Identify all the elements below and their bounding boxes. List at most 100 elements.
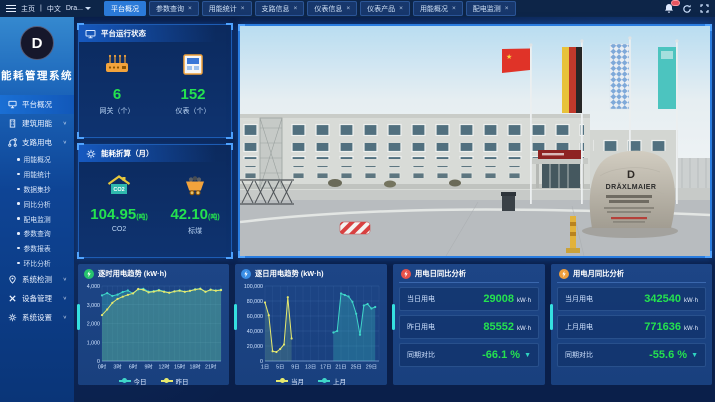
topbar-icons bbox=[664, 3, 709, 14]
sidebar-subitem-参数报表[interactable]: 参数报表 bbox=[0, 241, 74, 256]
user-dropdown[interactable]: Dra... bbox=[66, 5, 91, 12]
sidebar-subitem-参数查询[interactable]: 参数查询 bbox=[0, 226, 74, 241]
flag-china: ★ bbox=[502, 49, 530, 74]
tab-参数查询[interactable]: 参数查询 × bbox=[149, 1, 199, 16]
corner-accent bbox=[226, 132, 233, 139]
legend-item-今日[interactable]: 今日 bbox=[119, 376, 147, 386]
legend-item-上月[interactable]: 上月 bbox=[318, 376, 346, 386]
tab-用能概况[interactable]: 用能概况× bbox=[413, 1, 463, 16]
stat-value: 104.95(吨) bbox=[90, 206, 148, 223]
user-name: Dra... bbox=[66, 5, 83, 12]
legend-marker bbox=[276, 380, 288, 382]
daily-trend-panel: 逐日用电趋势 (kW·h) 020,00040,00060,00080,0001… bbox=[235, 264, 387, 385]
corner-accent bbox=[705, 251, 712, 258]
svg-text:21时: 21时 bbox=[205, 363, 217, 371]
svg-text:4,000: 4,000 bbox=[87, 284, 100, 290]
tab-平台概况[interactable]: 平台概况 bbox=[104, 1, 146, 16]
bullet-icon bbox=[17, 262, 20, 265]
trash-bin bbox=[502, 194, 515, 211]
svg-text:D: D bbox=[627, 169, 635, 181]
draexlmaier-logo: D bbox=[20, 26, 54, 60]
home-link[interactable]: 主页 bbox=[21, 4, 35, 14]
sidebar-subitem-环比分析[interactable]: 环比分析 bbox=[0, 255, 74, 270]
tab-label: 仪表信息 bbox=[314, 4, 342, 14]
energy-conversion-panel: 能耗折算（月） CO2104.95(吨)CO242.10(吨)标煤 bbox=[78, 144, 232, 258]
bell-icon[interactable] bbox=[664, 3, 674, 14]
svg-text:6时: 6时 bbox=[129, 363, 138, 371]
hamburger-menu-icon[interactable] bbox=[6, 5, 16, 12]
tab-label: 参数查询 bbox=[156, 4, 184, 14]
close-icon[interactable]: × bbox=[241, 5, 245, 12]
topbar: 主页 | 中文 Dra... 平台概况参数查询×用能统计×支路信息×仪表信息×仪… bbox=[0, 0, 715, 17]
svg-text:9日: 9日 bbox=[291, 364, 299, 371]
chevron-down-icon: ∨ bbox=[63, 315, 67, 321]
chevron-down-icon bbox=[85, 7, 91, 10]
tab-用能统计[interactable]: 用能统计× bbox=[202, 1, 252, 16]
language-link[interactable]: 中文 bbox=[47, 4, 61, 14]
stat-value: 6 bbox=[100, 86, 135, 103]
close-icon[interactable]: × bbox=[188, 5, 192, 12]
trend-down-icon: ▼ bbox=[524, 352, 531, 359]
legend-marker bbox=[119, 380, 131, 382]
coal-cart-icon bbox=[170, 173, 219, 202]
legend-item-当月[interactable]: 当月 bbox=[276, 376, 304, 386]
refresh-icon[interactable] bbox=[682, 4, 692, 14]
sidebar-item-支路用电[interactable]: 支路用电∨ bbox=[0, 133, 74, 152]
tab-label: 平台概况 bbox=[111, 4, 139, 14]
svg-text:0时: 0时 bbox=[98, 363, 107, 371]
sidebar-item-建筑用能[interactable]: 建筑用能∨ bbox=[0, 114, 74, 133]
trend-down-icon: ▼ bbox=[691, 352, 698, 359]
main-content: 平台运行状态 6网关（个）152仪表（个） 能耗折算（月） CO2104.95(… bbox=[74, 17, 715, 402]
sidebar-subitem-用能概况[interactable]: 用能概况 bbox=[0, 152, 74, 167]
row-value: -66.1 %▼ bbox=[482, 349, 531, 361]
panel-title: 能耗折算（月） bbox=[101, 148, 154, 159]
chart-title: 逐时用电趋势 (kW·h) bbox=[98, 269, 167, 279]
corner-accent bbox=[77, 252, 84, 259]
tab-label: 支路信息 bbox=[262, 4, 290, 14]
tab-仪表产品[interactable]: 仪表产品× bbox=[360, 1, 410, 16]
sidebar-subitem-数据集抄[interactable]: 数据集抄 bbox=[0, 182, 74, 197]
branch-icon bbox=[7, 138, 17, 147]
close-icon[interactable]: × bbox=[399, 5, 403, 12]
row-unit: kW·h bbox=[517, 298, 531, 304]
stat-label: 仪表（个） bbox=[176, 106, 211, 116]
close-icon[interactable]: × bbox=[452, 5, 456, 12]
row-label: 同期对比 bbox=[565, 350, 593, 360]
lightning-icon bbox=[401, 269, 411, 279]
compare-row-当月用电: 当月用电342540kW·h bbox=[557, 287, 706, 311]
sidebar-subitem-配电监测[interactable]: 配电监测 bbox=[0, 211, 74, 226]
sidebar: D 能耗管理系统 平台概况建筑用能∨支路用电∨用能概况用能统计数据集抄同比分析配… bbox=[0, 17, 74, 402]
svg-text:29日: 29日 bbox=[366, 364, 377, 371]
compare-row-上月用电: 上月用电771636kW·h bbox=[557, 315, 706, 339]
sidebar-item-系统设置[interactable]: 系统设置∨ bbox=[0, 308, 74, 327]
factory-photo-panel: ★ bbox=[238, 24, 712, 258]
corner-accent bbox=[77, 132, 84, 139]
close-icon[interactable]: × bbox=[505, 5, 509, 12]
tab-配电监测[interactable]: 配电监测× bbox=[466, 1, 516, 16]
sidebar-subitem-用能统计[interactable]: 用能统计 bbox=[0, 167, 74, 182]
bullet-icon bbox=[17, 232, 20, 235]
striped-barrier bbox=[340, 222, 370, 234]
sidebar-subitem-同比分析[interactable]: 同比分析 bbox=[0, 196, 74, 211]
sidebar-item-系统检测[interactable]: 系统检测∨ bbox=[0, 270, 74, 289]
wrench-icon bbox=[7, 294, 17, 303]
lightning-icon bbox=[559, 269, 569, 279]
sidebar-subitem-label: 环比分析 bbox=[24, 258, 51, 268]
close-icon[interactable]: × bbox=[294, 5, 298, 12]
tab-仪表信息[interactable]: 仪表信息 × bbox=[307, 1, 357, 16]
flag-bavaria bbox=[610, 44, 629, 109]
fullscreen-icon[interactable] bbox=[700, 4, 709, 13]
stat-label: 网关（个） bbox=[100, 106, 135, 116]
tab-支路信息[interactable]: 支路信息 × bbox=[255, 1, 305, 16]
legend-item-昨日[interactable]: 昨日 bbox=[161, 376, 189, 386]
svg-text:17日: 17日 bbox=[320, 364, 331, 371]
row-value: 85552kW·h bbox=[483, 321, 531, 333]
sidebar-item-设备管理[interactable]: 设备管理∨ bbox=[0, 289, 74, 308]
sidebar-item-平台概况[interactable]: 平台概况 bbox=[0, 95, 74, 114]
stat-label: 标煤 bbox=[170, 226, 219, 236]
row-unit: kW·h bbox=[517, 326, 531, 332]
sidebar-subitem-label: 参数报表 bbox=[24, 243, 51, 253]
legend-label: 当月 bbox=[291, 376, 304, 386]
sidebar-subitem-label: 配电监测 bbox=[24, 214, 51, 224]
close-icon[interactable]: × bbox=[346, 5, 350, 12]
